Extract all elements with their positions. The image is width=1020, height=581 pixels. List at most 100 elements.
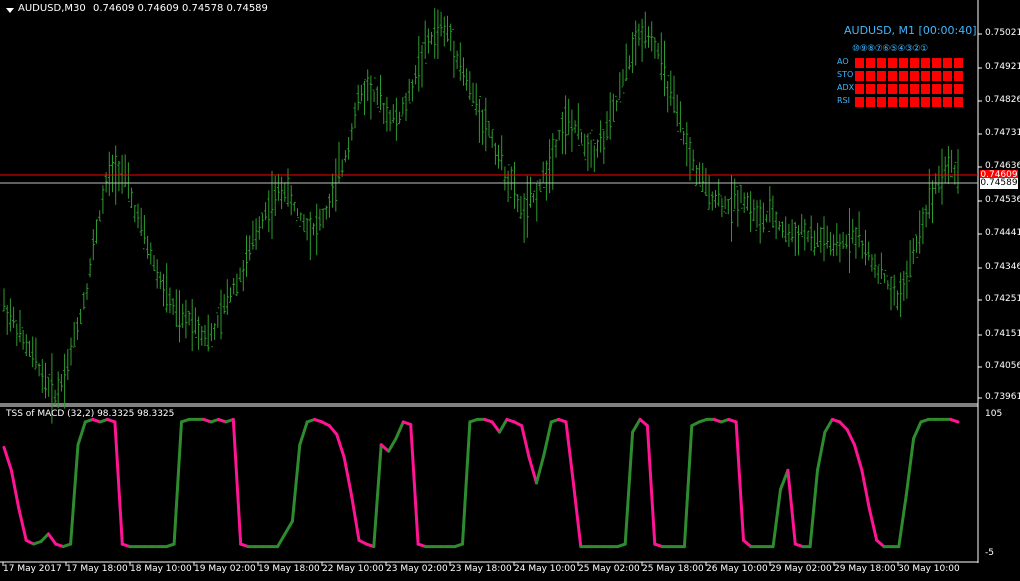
dashboard-signal-cell [877, 58, 886, 68]
dashboard-signal-cell [888, 58, 897, 68]
price-tick-label: 0.74826 [985, 95, 1020, 105]
price-chart[interactable] [0, 0, 1020, 581]
dashboard-signal-cell [855, 71, 864, 81]
price-tick-label: 0.74056 [985, 361, 1020, 371]
macd-segment [2, 445, 13, 472]
time-tick-label: 23 May 18:00 [450, 564, 512, 574]
dashboard-signal-cell [899, 58, 908, 68]
time-tick-label: 24 May 10:00 [514, 564, 576, 574]
time-tick-label: 19 May 18:00 [258, 564, 320, 574]
price-tick-label: 0.74921 [985, 62, 1020, 72]
dashboard-signal-cell [932, 71, 941, 81]
indicator-axis-top: 105 [985, 409, 1003, 419]
macd-segment [76, 420, 87, 447]
dashboard-signal-cell [932, 97, 941, 107]
macd-segment [9, 468, 21, 510]
macd-segment [372, 443, 383, 549]
macd-segment [838, 420, 849, 431]
time-tick-label: 22 May 10:00 [322, 564, 384, 574]
symbol-label: AUDUSD,M30 [18, 3, 86, 14]
bid-price-tag: 0.74589 [980, 178, 1018, 189]
macd-segment [771, 487, 782, 549]
macd-segment [283, 519, 294, 536]
dashboard-row-label: STO [837, 70, 854, 79]
price-tick-label: 0.74151 [985, 329, 1020, 339]
time-tick-label: 23 May 02:00 [386, 564, 448, 574]
macd-segment [897, 494, 908, 549]
dashboard-signal-cell [899, 97, 908, 107]
dashboard-signal-cell [877, 71, 886, 81]
time-tick-label: 29 May 02:00 [770, 564, 832, 574]
macd-segment [327, 424, 339, 437]
macd-segment [113, 420, 124, 546]
dashboard-row-label: AO [837, 57, 849, 66]
macd-segment [682, 424, 694, 549]
dashboard-signal-cell [866, 84, 875, 94]
macd-segment [172, 420, 183, 546]
price-tick-label: 0.74536 [985, 195, 1020, 205]
dashboard-signal-cell [932, 58, 941, 68]
price-tick-label: 0.73961 [985, 392, 1020, 402]
price-tick-label: 0.74441 [985, 228, 1020, 238]
dashboard-signal-cell [921, 97, 930, 107]
price-tick-label: 0.74731 [985, 128, 1020, 138]
macd-segment [46, 532, 58, 546]
macd-segment [461, 420, 472, 546]
dashboard-signal-cell [855, 97, 864, 107]
macd-segment [867, 507, 879, 542]
dashboard-signal-cell [943, 84, 952, 94]
macd-segment [231, 417, 243, 546]
macd-segment [786, 468, 797, 546]
dashboard-signal-cell [855, 84, 864, 94]
macd-segment [350, 494, 361, 542]
time-tick-label: 25 May 18:00 [642, 564, 704, 574]
macd-segment [542, 420, 553, 457]
dashboard-signal-cell [954, 84, 963, 94]
dashboard-signal-cell [855, 58, 864, 68]
dashboard-signal-cell [954, 71, 963, 81]
time-tick-label: 30 May 10:00 [898, 564, 960, 574]
macd-segment [564, 420, 575, 485]
macd-segment [394, 420, 405, 440]
dashboard-timeframe-numbers: ⑩⑨⑧⑦⑥⑤④③②① [852, 44, 928, 54]
dashboard-signal-cell [921, 71, 930, 81]
price-tick-label: 0.74251 [985, 294, 1020, 304]
dashboard-signal-cell [899, 71, 908, 81]
indicator-label: TSS of MACD (32,2) 98.3325 98.3325 [6, 409, 175, 419]
macd-segment [39, 532, 50, 543]
macd-segment [808, 468, 819, 549]
macd-segment [17, 507, 28, 542]
macd-segment [342, 456, 354, 498]
dashboard-signal-cell [943, 97, 952, 107]
dashboard-signal-cell [866, 71, 875, 81]
macd-segment [276, 532, 287, 549]
macd-segment [298, 420, 309, 447]
dashboard-row-label: RSI [837, 96, 850, 105]
dashboard-signal-cell [921, 84, 930, 94]
time-tick-label: 29 May 18:00 [834, 564, 896, 574]
dashboard-signal-cell [910, 97, 919, 107]
dashboard-signal-cell [877, 97, 886, 107]
dashboard-signal-cell [888, 84, 897, 94]
dashboard-signal-cell [888, 71, 897, 81]
time-tick-label: 18 May 10:00 [130, 564, 192, 574]
time-tick-label: 17 May 2017 [3, 564, 62, 574]
macd-segment [816, 430, 827, 472]
chart-menu-icon[interactable] [6, 8, 14, 13]
ohlc-values: 0.74609 0.74609 0.74578 0.74589 [92, 3, 268, 14]
dashboard-signal-cell [866, 97, 875, 107]
macd-segment [490, 420, 501, 434]
macd-segment [498, 417, 509, 434]
macd-segment [912, 420, 923, 440]
dashboard-signal-cell [943, 71, 952, 81]
macd-segment [734, 420, 745, 542]
macd-segment [335, 433, 346, 459]
dashboard-title: AUDUSD, M1 [00:00:40] [844, 24, 977, 37]
dashboard-signal-cell [899, 84, 908, 94]
chart-window[interactable]: AUDUSD,M30 0.74609 0.74609 0.74578 0.745… [0, 0, 1020, 581]
macd-segment [571, 481, 583, 549]
dashboard-signal-cell [954, 97, 963, 107]
dashboard-signal-cell [910, 84, 919, 94]
dashboard-signal-cell [910, 71, 919, 81]
macd-segment [631, 417, 642, 434]
